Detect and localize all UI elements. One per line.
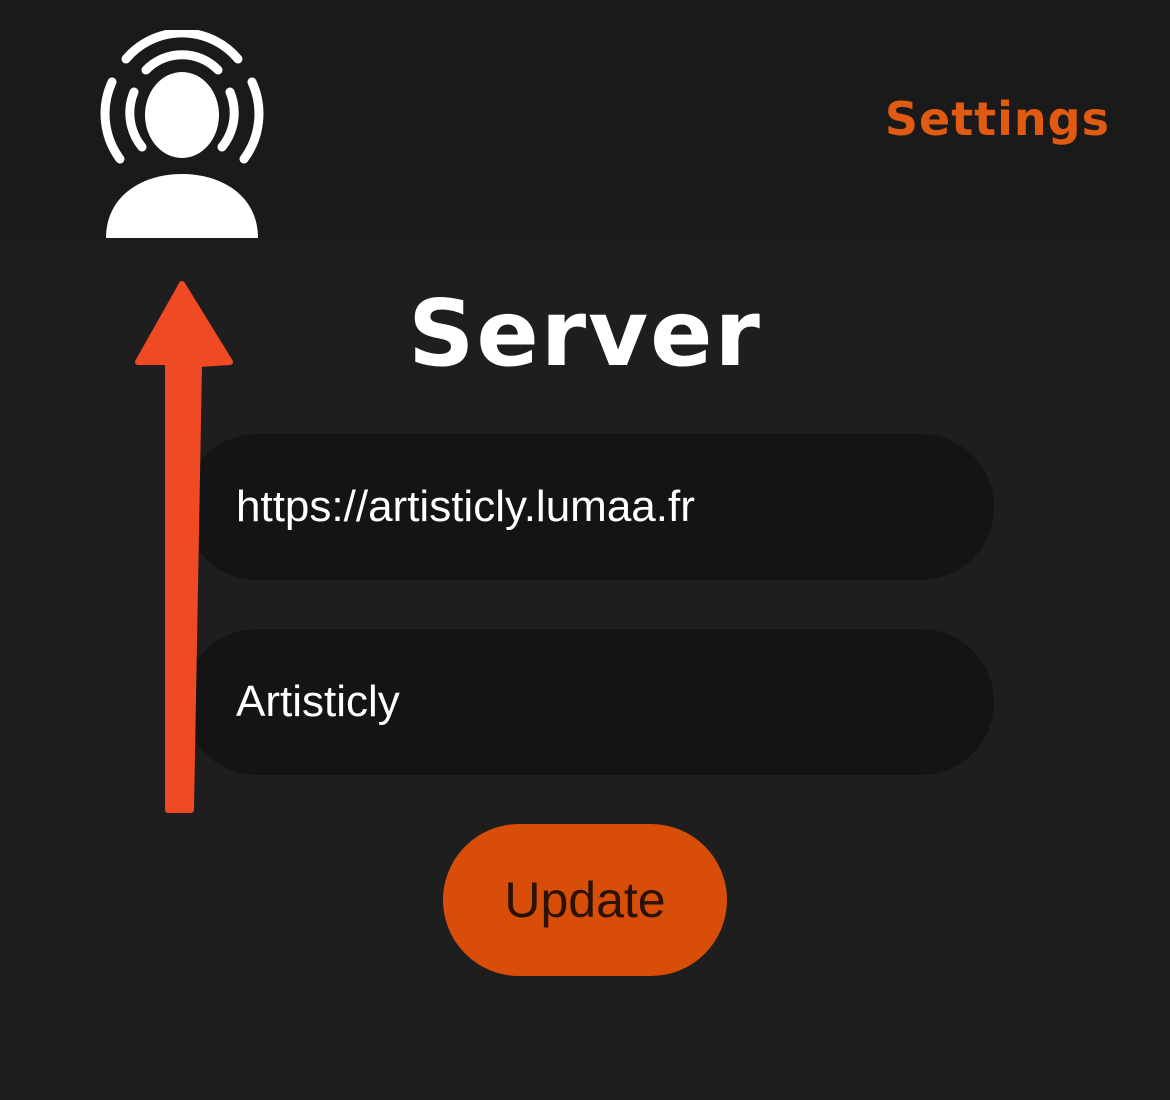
- arrow-up-icon: [135, 281, 233, 813]
- settings-button[interactable]: Settings: [885, 92, 1110, 146]
- server-name-field[interactable]: [184, 629, 994, 775]
- update-button[interactable]: Update: [443, 824, 727, 976]
- podcast-person-icon[interactable]: [94, 30, 270, 242]
- server-url-input[interactable]: [236, 482, 994, 532]
- server-name-input[interactable]: [236, 677, 994, 727]
- server-url-field[interactable]: [184, 434, 994, 580]
- top-bar: Settings: [0, 0, 1170, 240]
